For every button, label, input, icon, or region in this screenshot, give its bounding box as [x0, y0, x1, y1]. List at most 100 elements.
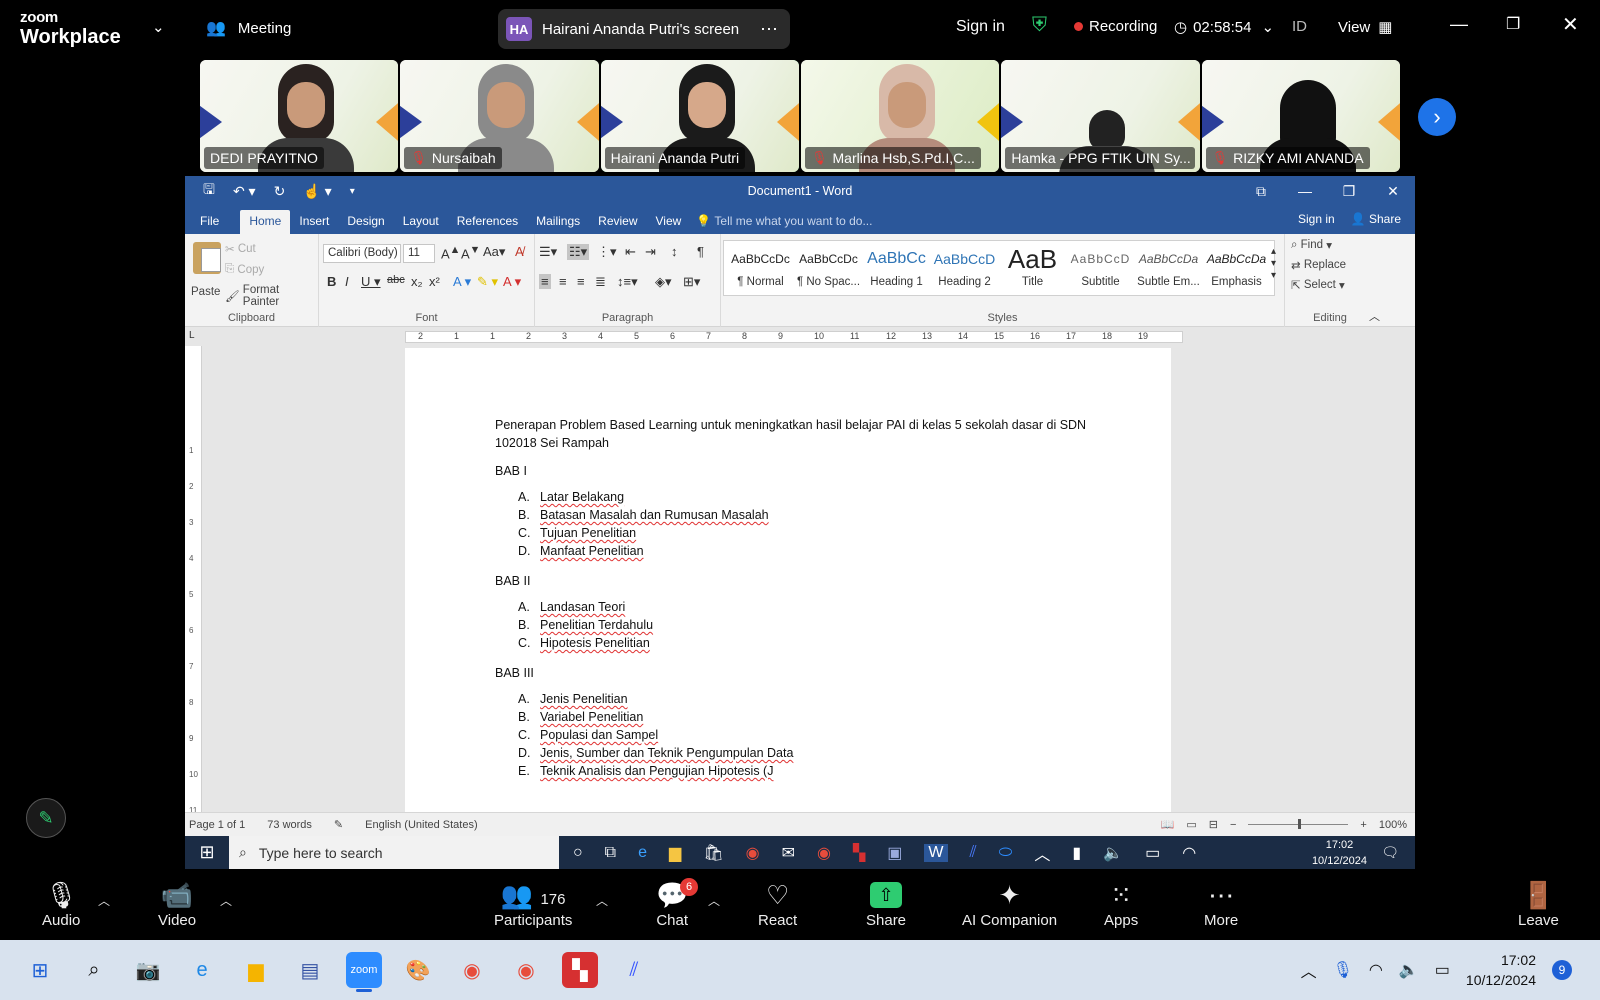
edge-icon[interactable]: e — [638, 844, 647, 862]
participants-button[interactable]: 👥 176 Participants — [494, 878, 572, 929]
folder-icon[interactable]: ▆ — [669, 843, 681, 863]
document-page[interactable]: Penerapan Problem Based Learning untuk m… — [405, 348, 1171, 812]
select-button[interactable]: ⇱ Select ▾ — [1291, 278, 1345, 292]
word-icon[interactable]: W — [924, 843, 948, 862]
close-icon[interactable]: ✕ — [1371, 176, 1415, 206]
tab-file[interactable]: File — [191, 210, 228, 234]
camera-icon[interactable]: 📷 — [130, 952, 166, 988]
notification-icon[interactable]: 🗨 — [1381, 844, 1399, 861]
chrome-profile-icon[interactable]: ◉ — [508, 952, 544, 988]
touch-mode-icon[interactable]: ☝ ▾ — [303, 183, 331, 200]
style-heading-2[interactable]: AaBbCcD Heading 2 — [931, 246, 998, 298]
word-sign-in[interactable]: Sign in — [1298, 212, 1335, 226]
chevron-up-icon[interactable]: ︿ — [98, 892, 110, 909]
display-icon[interactable]: ▣ — [887, 843, 902, 863]
collapse-ribbon-icon[interactable]: ︿ — [1369, 308, 1380, 324]
battery-icon[interactable]: ▭ — [1435, 960, 1450, 980]
bold-icon[interactable]: B — [327, 274, 336, 289]
strikethrough-icon[interactable]: abc — [387, 274, 405, 286]
store-icon[interactable]: 🛍 — [703, 843, 723, 863]
view-menu[interactable]: View ▦ — [1338, 18, 1392, 37]
italic-icon[interactable]: I — [345, 274, 349, 289]
meeting-menu[interactable]: 👥 Meeting — [206, 18, 291, 38]
justify-icon[interactable]: ≣ — [595, 274, 606, 290]
zoom-level[interactable]: 100% — [1379, 819, 1407, 831]
apps-button[interactable]: ⁙ Apps — [1104, 878, 1138, 929]
sort-icon[interactable]: ↕ — [671, 244, 678, 259]
microphone-icon[interactable]: 🎙 — [1333, 960, 1353, 980]
ribbon-display-icon[interactable]: ⧉ — [1239, 176, 1283, 206]
zoom-out-icon[interactable]: − — [1230, 819, 1236, 831]
restore-icon[interactable]: ❐ — [1327, 176, 1371, 206]
language[interactable]: English (United States) — [365, 819, 478, 831]
minimize-icon[interactable]: — — [1283, 176, 1327, 206]
participant-tile[interactable]: 🎙 Marlina Hsb,S.Pd.I,C... — [800, 60, 1000, 172]
format-painter-button[interactable]: 🖌 Format Painter — [225, 284, 318, 308]
search-icon[interactable]: ⌕ — [76, 952, 112, 988]
style-subtle-emphasis[interactable]: AaBbCcDa Subtle Em... — [1135, 246, 1202, 298]
tab-insert[interactable]: Insert — [290, 210, 338, 234]
app-slash-icon[interactable]: ⫽ — [970, 844, 977, 862]
grow-font-icon[interactable]: A▲ — [441, 244, 460, 261]
superscript-icon[interactable]: x² — [429, 274, 440, 289]
borders-icon[interactable]: ⊞▾ — [683, 274, 700, 290]
find-button[interactable]: ⌕ Find ▾ — [1291, 238, 1332, 253]
vertical-ruler[interactable]: 1 2 3 4 5 6 7 8 9 10 11 — [185, 346, 202, 815]
tab-references[interactable]: References — [448, 210, 527, 234]
volume-icon[interactable]: 🔈 — [1103, 843, 1123, 863]
participant-tile[interactable]: Hamka - PPG FTIK UIN Sy... — [1001, 60, 1200, 172]
horizontal-ruler[interactable]: 2 1 1 2 3 4 5 6 7 8 9 10 11 12 13 14 15 16 17 18 19 — [405, 331, 1183, 343]
underline-icon[interactable]: U ▾ — [361, 274, 381, 290]
remote-clock[interactable]: 17:02 10/12/2024 — [1312, 837, 1367, 869]
line-spacing-icon[interactable]: ↕≡▾ — [617, 274, 638, 290]
numbering-icon[interactable]: ☷▾ — [567, 244, 590, 260]
participant-tile-active[interactable]: Hairani Ananda Putri — [600, 60, 799, 172]
minimize-icon[interactable]: — — [1450, 14, 1468, 35]
app-slash-icon[interactable]: ⫽ — [616, 952, 652, 988]
shrink-font-icon[interactable]: A▼ — [461, 244, 480, 261]
styles-scroll-icon[interactable]: ▴ ▾ ▾ — [1271, 246, 1276, 282]
copy-button[interactable]: ⎘ Copy — [225, 263, 264, 276]
zoom-in-icon[interactable]: + — [1360, 819, 1366, 831]
font-name-box[interactable]: Calibri (Body) — [323, 244, 401, 263]
redo-icon[interactable]: ↻ — [274, 183, 286, 200]
font-color-icon[interactable]: A ▾ — [503, 274, 521, 290]
usb-icon[interactable]: ▮ — [1072, 843, 1081, 863]
chevron-up-icon[interactable]: ︿ — [220, 892, 232, 909]
undo-icon[interactable]: ↶ ▾ — [233, 183, 256, 200]
style-emphasis[interactable]: AaBbCcDa Emphasis — [1203, 246, 1270, 298]
chevron-up-icon[interactable]: ︿ — [708, 892, 720, 909]
paste-button[interactable]: Paste — [191, 286, 220, 298]
file-explorer-icon[interactable]: ▆ — [238, 952, 274, 988]
tell-me-box[interactable]: 💡 Tell me what you want to do... — [696, 210, 872, 234]
windows-start-icon[interactable]: ⊞ — [22, 952, 58, 988]
read-mode-icon[interactable]: 📖 — [1161, 818, 1175, 831]
wifi-icon[interactable]: ◠ — [1369, 960, 1383, 980]
style-title[interactable]: AaB Title — [999, 246, 1066, 298]
audio-button[interactable]: 🎙 Audio — [42, 878, 80, 929]
increase-indent-icon[interactable]: ⇥ — [645, 244, 656, 260]
inbox-icon[interactable]: ▤ — [292, 952, 328, 988]
close-icon[interactable]: ✕ — [1562, 12, 1579, 37]
more-options-icon[interactable]: ⋯ — [760, 19, 778, 40]
chrome-profile-icon[interactable]: ◉ — [817, 843, 831, 863]
task-view-icon[interactable]: ⧉ — [605, 844, 616, 862]
page-count[interactable]: Page 1 of 1 — [189, 819, 245, 831]
replace-button[interactable]: ⇄ Replace — [1291, 258, 1346, 272]
remote-search-box[interactable]: ⌕ Type here to search — [229, 836, 559, 869]
style-heading-1[interactable]: AaBbCc Heading 1 — [863, 246, 930, 298]
chevron-up-icon[interactable]: ︿ — [596, 892, 608, 909]
lang-label[interactable]: ID — [1292, 18, 1307, 35]
windows-clock[interactable]: 17:02 10/12/2024 — [1466, 950, 1536, 990]
web-layout-icon[interactable]: ⊟ — [1209, 818, 1218, 831]
customize-qat-icon[interactable]: ▾ — [350, 186, 355, 197]
tab-view[interactable]: View — [647, 210, 691, 234]
sign-in-button[interactable]: Sign in — [956, 18, 1005, 36]
align-left-icon[interactable]: ≡ — [539, 274, 551, 289]
multilevel-list-icon[interactable]: ⋮▾ — [597, 244, 617, 260]
font-size-box[interactable]: 11 — [403, 244, 435, 263]
zoom-slider[interactable] — [1248, 819, 1349, 829]
style-subtitle[interactable]: AaBbCcD Subtitle — [1067, 246, 1134, 298]
tab-home[interactable]: Home — [240, 210, 291, 234]
tab-design[interactable]: Design — [338, 210, 393, 234]
